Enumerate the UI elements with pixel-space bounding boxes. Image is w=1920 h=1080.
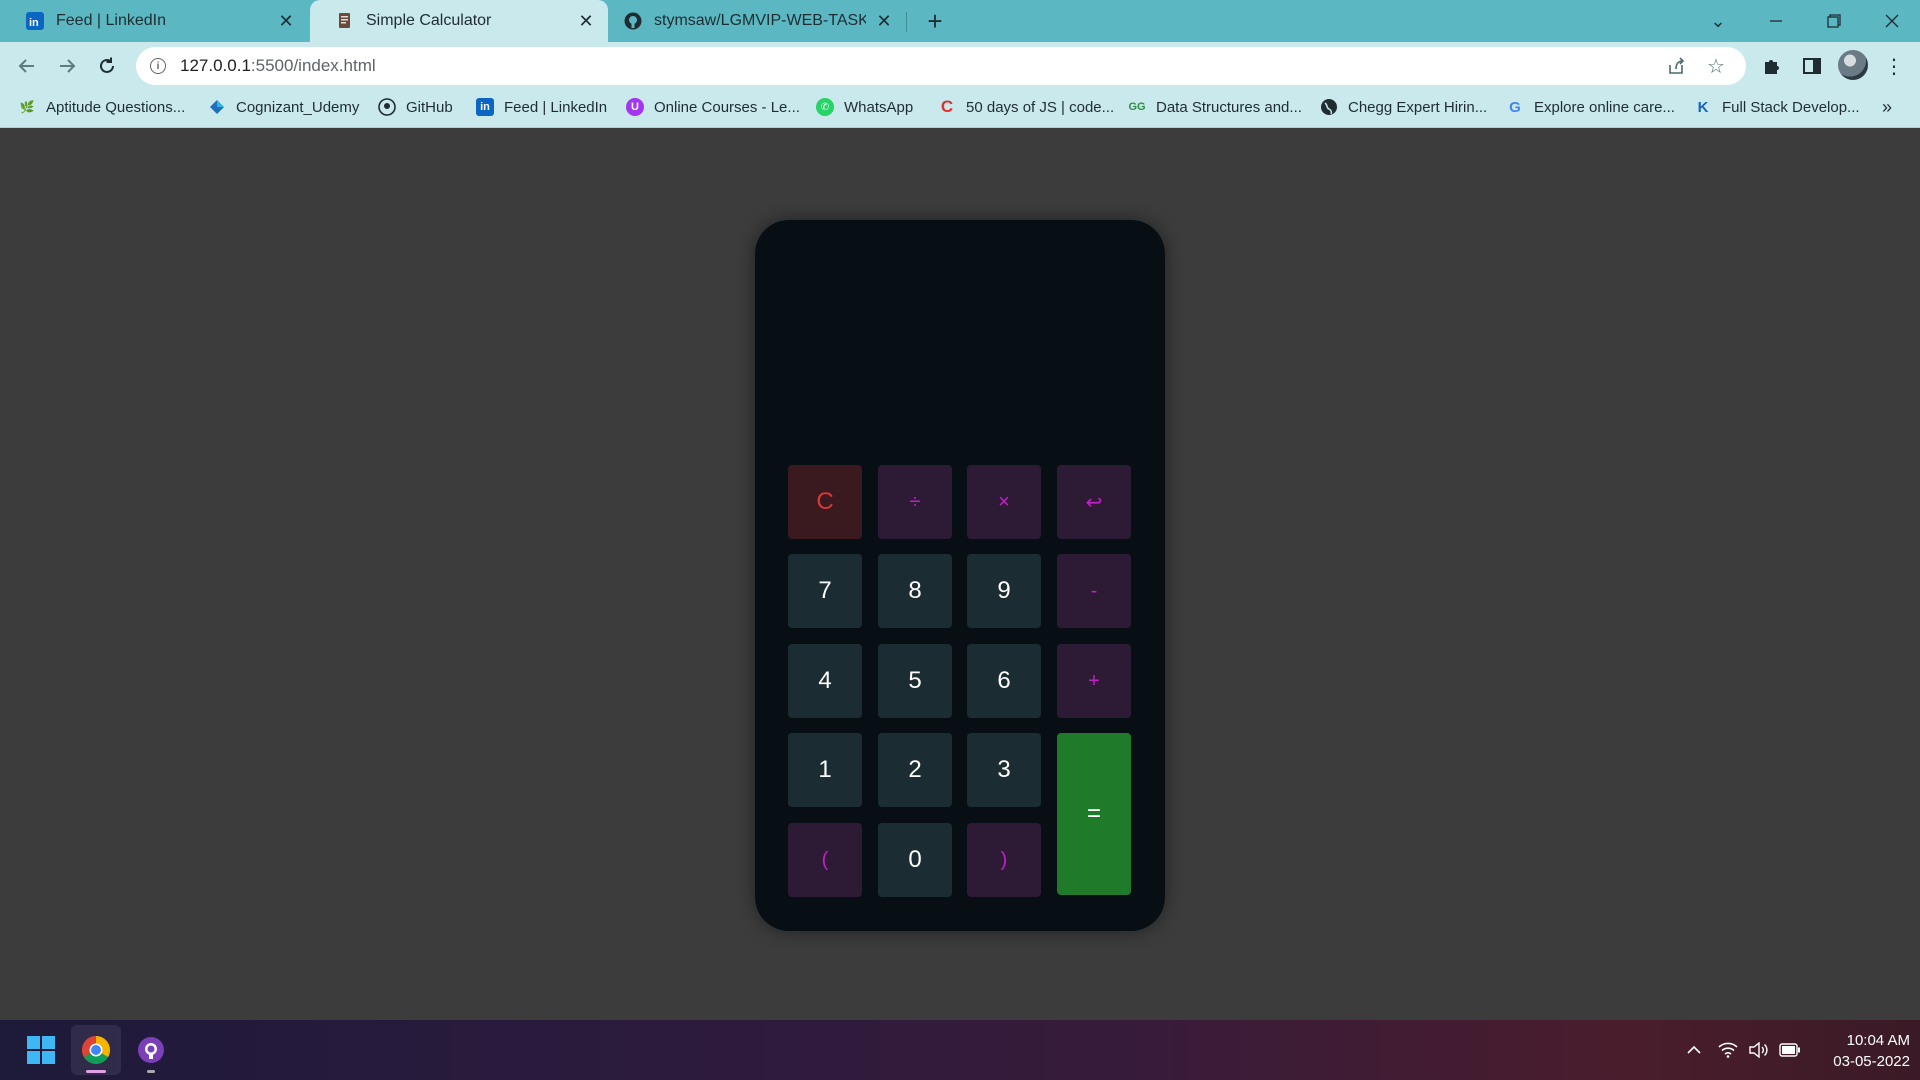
google-icon: G: [1509, 98, 1521, 116]
digit-8-button[interactable]: 8: [878, 554, 952, 628]
wifi-icon[interactable]: [1716, 1038, 1740, 1062]
bookmark-cognizant[interactable]: Cognizant_Udemy: [208, 90, 359, 124]
digit-1-button[interactable]: 1: [788, 733, 862, 807]
clock-time: 10:04 AM: [1846, 1032, 1910, 1049]
bookmark-star-icon[interactable]: ☆: [1704, 54, 1728, 78]
backspace-button[interactable]: ↩: [1057, 465, 1131, 539]
active-app-indicator: [86, 1070, 106, 1073]
bookmark-aptitude[interactable]: 🌿 Aptitude Questions...: [18, 90, 186, 124]
k-icon: K: [1697, 98, 1709, 116]
calculator-display: [779, 244, 1141, 444]
multiply-button[interactable]: ×: [967, 465, 1041, 539]
clear-button[interactable]: C: [788, 465, 862, 539]
digit-9-button[interactable]: 9: [967, 554, 1041, 628]
extensions-puzzle-icon[interactable]: [1758, 52, 1786, 80]
close-icon[interactable]: ✕: [276, 11, 296, 31]
bookmark-explore-online[interactable]: G Explore online care...: [1506, 90, 1675, 124]
document-icon: [336, 12, 354, 30]
tab-search-chevron-icon[interactable]: ⌄: [1690, 0, 1746, 42]
system-clock[interactable]: 10:04 AM 03-05-2022: [1810, 1030, 1910, 1072]
digit-3-button[interactable]: 3: [967, 733, 1041, 807]
cognizant-icon: [208, 98, 226, 116]
bookmark-50-days-of-js[interactable]: C 50 days of JS | code...: [938, 90, 1114, 124]
bookmark-full-stack[interactable]: K Full Stack Develop...: [1694, 90, 1860, 124]
page-content: C ÷ × ↩ 7 8 9 - 4 5 6 + 1 2 3 = ( 0 ): [0, 128, 1920, 1020]
tab-github[interactable]: stymsaw/LGMVIP-WEB-TASK-4-C ✕: [610, 0, 906, 42]
chrome-icon[interactable]: [71, 1025, 121, 1075]
bookmark-github[interactable]: GitHub: [378, 90, 453, 124]
calculator: C ÷ × ↩ 7 8 9 - 4 5 6 + 1 2 3 = ( 0 ): [755, 220, 1165, 931]
profile-avatar[interactable]: [1838, 50, 1868, 80]
reload-icon[interactable]: [91, 50, 123, 82]
side-panel-icon[interactable]: [1798, 52, 1826, 80]
tab-title: stymsaw/LGMVIP-WEB-TASK-4-C: [654, 12, 866, 29]
minimize-button[interactable]: [1748, 0, 1804, 42]
svg-text:in: in: [29, 17, 39, 29]
bookmarks-bar: 🌿 Aptitude Questions... Cognizant_Udemy …: [0, 90, 1920, 128]
close-paren-button[interactable]: ): [967, 823, 1041, 897]
udemy-icon: U: [626, 98, 644, 116]
linkedin-icon: in: [26, 12, 44, 30]
kebab-menu-icon[interactable]: ⋮: [1880, 52, 1908, 80]
github-icon: [378, 98, 396, 116]
digit-2-button[interactable]: 2: [878, 733, 952, 807]
bookmark-chegg[interactable]: Chegg Expert Hirin...: [1320, 90, 1487, 124]
bookmark-whatsapp[interactable]: ✆ WhatsApp: [816, 90, 913, 124]
tab-title: Simple Calculator: [366, 12, 492, 29]
bookmark-udemy[interactable]: U Online Courses - Le...: [626, 90, 800, 124]
divide-button[interactable]: ÷: [878, 465, 952, 539]
running-app-indicator: [147, 1070, 155, 1073]
digit-5-button[interactable]: 5: [878, 644, 952, 718]
gfg-icon: GG: [1128, 101, 1146, 113]
back-arrow-icon[interactable]: [11, 50, 43, 82]
tab-linkedin[interactable]: in Feed | LinkedIn ✕: [0, 0, 308, 42]
volume-icon[interactable]: [1746, 1038, 1770, 1062]
clock-date: 03-05-2022: [1833, 1053, 1910, 1070]
digit-0-button[interactable]: 0: [878, 823, 952, 897]
site-info-icon[interactable]: i: [150, 58, 166, 74]
digit-7-button[interactable]: 7: [788, 554, 862, 628]
address-bar[interactable]: i 127.0.0.1:5500/index.html ☆: [136, 47, 1746, 85]
globe-icon: [1320, 98, 1338, 116]
github-icon: [624, 12, 642, 30]
linkedin-icon: in: [476, 98, 494, 116]
github-desktop-icon[interactable]: [126, 1025, 176, 1075]
battery-icon[interactable]: [1778, 1038, 1802, 1062]
browser-toolbar: i 127.0.0.1:5500/index.html ☆ ⋮: [0, 42, 1920, 90]
share-icon[interactable]: [1664, 54, 1688, 78]
windows-taskbar: 10:04 AM 03-05-2022: [0, 1020, 1920, 1080]
more-bookmarks-icon[interactable]: »: [1882, 90, 1892, 124]
chevron-up-icon[interactable]: [1682, 1038, 1706, 1062]
aptitude-icon: 🌿: [19, 100, 35, 114]
equals-button[interactable]: =: [1057, 733, 1131, 895]
digit-4-button[interactable]: 4: [788, 644, 862, 718]
close-window-button[interactable]: [1864, 0, 1920, 42]
tab-simple-calculator[interactable]: Simple Calculator ✕: [310, 0, 608, 42]
tab-separator: [906, 12, 907, 32]
digit-6-button[interactable]: 6: [967, 644, 1041, 718]
windows-start-icon[interactable]: [16, 1025, 66, 1075]
url-text: 127.0.0.1:5500/index.html: [180, 56, 376, 75]
minus-button[interactable]: -: [1057, 554, 1131, 628]
bookmark-linkedin[interactable]: in Feed | LinkedIn: [476, 90, 607, 124]
codehelp-icon: C: [940, 97, 954, 116]
tab-title: Feed | LinkedIn: [56, 12, 167, 29]
open-paren-button[interactable]: (: [788, 823, 862, 897]
bookmark-data-structures[interactable]: GG Data Structures and...: [1128, 90, 1301, 124]
tab-strip: in Feed | LinkedIn ✕ Simple Calculator ✕…: [0, 0, 1920, 42]
whatsapp-icon: ✆: [816, 98, 834, 116]
restore-button[interactable]: [1806, 0, 1862, 42]
new-tab-button[interactable]: +: [920, 6, 950, 36]
plus-button[interactable]: +: [1057, 644, 1131, 718]
forward-arrow-icon[interactable]: [51, 50, 83, 82]
close-icon[interactable]: ✕: [576, 11, 596, 31]
close-icon[interactable]: ✕: [874, 11, 894, 31]
